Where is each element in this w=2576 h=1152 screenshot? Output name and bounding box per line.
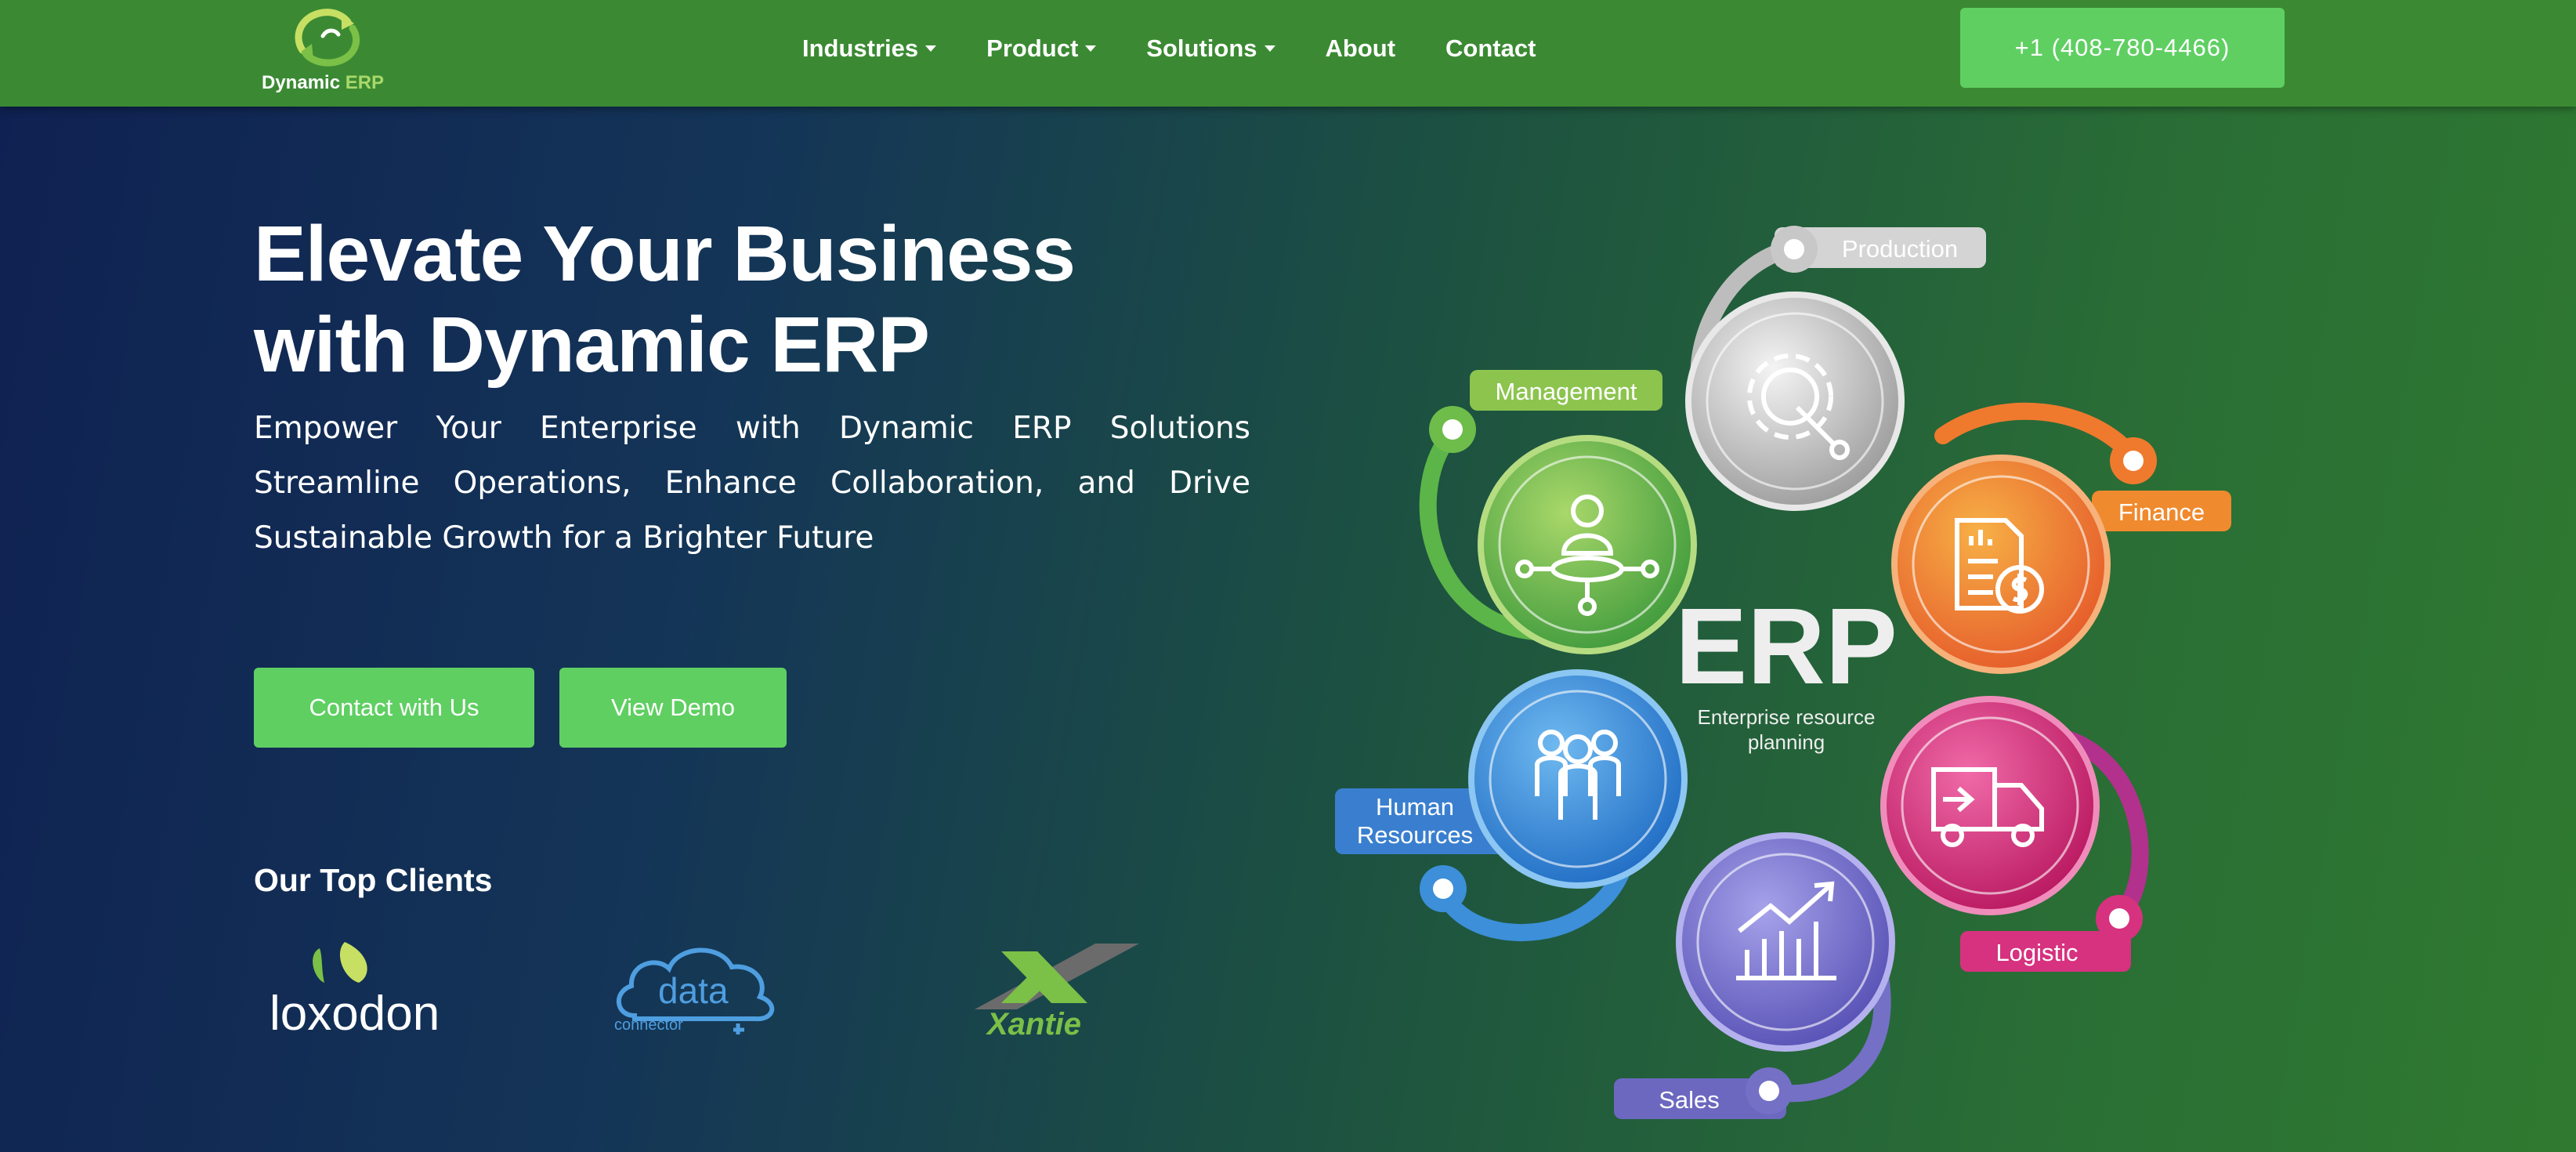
nav-item-label: Solutions <box>1146 34 1257 62</box>
brand-logo[interactable]: Dynamic ERP <box>257 5 398 102</box>
finance-label: Finance <box>2092 491 2231 531</box>
hero-title-line2: with Dynamic ERP <box>254 301 930 389</box>
phone-button[interactable]: +1 (408-780-4466) <box>1960 8 2285 88</box>
nav-item-industries[interactable]: Industries <box>802 34 937 63</box>
nav-item-label: Product <box>986 34 1079 62</box>
management-label: Management <box>1470 370 1662 411</box>
production-module[interactable] <box>1685 292 1905 511</box>
svg-text:Management: Management <box>1496 378 1637 405</box>
caret-down-icon <box>925 45 937 52</box>
client-logo-loxodon: loxodon <box>266 937 440 1041</box>
loxodon-logo-text: loxodon <box>270 987 439 1039</box>
nav-item-about[interactable]: About <box>1326 34 1396 63</box>
brand-name-suffix: ERP <box>345 72 385 93</box>
data-connector-logo-icon: data connector <box>614 947 775 1034</box>
svg-text:Human: Human <box>1376 793 1454 821</box>
brand-name: Dynamic ERP <box>262 72 384 94</box>
nav-item-label: About <box>1325 34 1396 62</box>
xantie-logo-text: Xantie <box>986 1007 1081 1039</box>
hero-title: Elevate Your Business with Dynamic ERP <box>254 208 1351 390</box>
svg-text:Production: Production <box>1842 235 1958 263</box>
view-demo-button[interactable]: View Demo <box>559 668 787 748</box>
data-connector-logo-subtext: connector <box>614 1016 683 1034</box>
main-nav: Industries Product Solutions About Conta… <box>802 31 1586 66</box>
nav-item-product[interactable]: Product <box>986 34 1097 63</box>
brand-name-main: Dynamic <box>262 72 341 93</box>
erp-modules-diagram: Production Management Finance Human Reso… <box>1335 226 2231 1119</box>
nav-item-solutions[interactable]: Solutions <box>1146 34 1275 63</box>
nav-item-contact[interactable]: Contact <box>1445 34 1536 63</box>
nav-item-label: Industries <box>802 34 919 62</box>
caret-down-icon <box>1264 45 1275 52</box>
finance-module[interactable] <box>1891 455 2111 674</box>
top-navbar: Dynamic ERP Industries Product Solutions… <box>0 0 2576 107</box>
management-module[interactable] <box>1478 435 1697 654</box>
svg-text:Resources: Resources <box>1357 821 1473 849</box>
nav-item-label: Contact <box>1445 34 1536 62</box>
svg-text:Logistic: Logistic <box>1995 939 2078 966</box>
clients-heading: Our Top Clients <box>254 862 493 898</box>
hero-title-line1: Elevate Your Business <box>254 210 1076 298</box>
erp-center-title: ERP <box>1675 586 1898 707</box>
contact-button[interactable]: Contact with Us <box>254 668 534 748</box>
xantie-logo-icon: Xantie <box>975 944 1139 1042</box>
brand-logo-icon <box>295 9 360 67</box>
erp-center-subtitle-line2: planning <box>1748 730 1825 754</box>
client-logo-data-connector: data connector <box>611 937 791 1039</box>
svg-text:Sales: Sales <box>1659 1086 1720 1114</box>
svg-text:Finance: Finance <box>2118 498 2205 526</box>
hero-subtitle: Empower Your Enterprise with Dynamic ERP… <box>254 411 1250 556</box>
loxodon-logo-icon: loxodon <box>270 942 440 1041</box>
logistic-module[interactable] <box>1880 696 2100 915</box>
erp-center-label: ERP Enterprise resource planning <box>1675 586 1898 754</box>
client-logo-xantie: Xantie <box>970 937 1142 1042</box>
sales-module[interactable] <box>1676 832 1895 1052</box>
human-resources-module[interactable] <box>1468 669 1688 889</box>
erp-center-subtitle-line1: Enterprise resource <box>1698 705 1876 729</box>
data-connector-logo-text: data <box>658 970 729 1011</box>
finance-arc <box>1934 402 2144 468</box>
caret-down-icon <box>1085 45 1097 52</box>
